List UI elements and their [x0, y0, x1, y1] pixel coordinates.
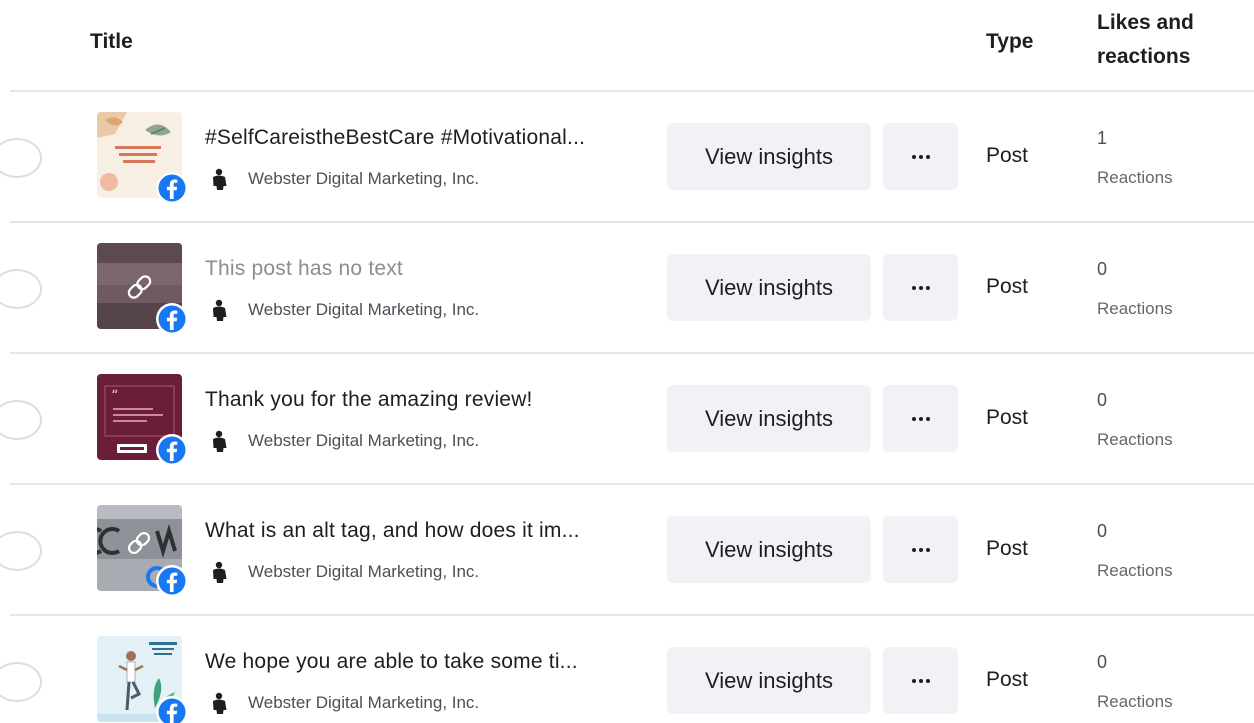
table-row[interactable]: “ Thank you for the amazing review! Webs… [0, 352, 1254, 483]
ellipsis-dot [925, 678, 930, 683]
ellipsis-dot [911, 416, 916, 421]
table-row[interactable]: This post has no text Webster Digital Ma… [0, 221, 1254, 352]
row-select-radio[interactable] [0, 662, 42, 702]
profile-silhouette-icon [213, 168, 227, 190]
view-insights-button[interactable]: View insights [667, 647, 871, 714]
more-options-button[interactable] [883, 385, 958, 452]
profile-silhouette-icon [213, 692, 227, 714]
ellipsis-dot [918, 154, 923, 159]
reaction-count: 0 [1097, 390, 1108, 410]
profile-silhouette-icon [213, 299, 227, 321]
facebook-icon [156, 565, 188, 597]
more-options-button[interactable] [883, 647, 958, 714]
facebook-icon [156, 172, 188, 204]
more-options-button[interactable] [883, 254, 958, 321]
post-author: Webster Digital Marketing, Inc. [210, 166, 479, 192]
author-name: Webster Digital Marketing, Inc. [248, 562, 480, 581]
column-header-title[interactable]: Title [90, 25, 133, 59]
post-title[interactable]: Thank you for the amazing review! [205, 388, 533, 412]
post-title[interactable]: #SelfCareistheBestCare #Motivational... [205, 126, 585, 150]
ellipsis-dot [918, 285, 923, 290]
reaction-count: 1 [1097, 128, 1108, 148]
post-author: Webster Digital Marketing, Inc. [210, 428, 479, 454]
post-author: Webster Digital Marketing, Inc. [210, 297, 479, 323]
row-select-radio[interactable] [0, 269, 42, 309]
ellipsis-dot [918, 547, 923, 552]
view-insights-button[interactable]: View insights [667, 385, 871, 452]
row-select-radio[interactable] [0, 400, 42, 440]
row-select-radio[interactable] [0, 531, 42, 571]
ellipsis-dot [911, 285, 916, 290]
facebook-icon [156, 303, 188, 335]
reaction-count: 0 [1097, 521, 1108, 541]
table-row[interactable]: We hope you are able to take some ti... … [0, 614, 1254, 723]
reaction-count: 0 [1097, 259, 1108, 279]
reaction-label: Reactions [1097, 561, 1173, 580]
post-title[interactable]: What is an alt tag, and how does it im..… [205, 519, 580, 543]
post-title[interactable]: We hope you are able to take some ti... [205, 650, 578, 674]
svg-text:“: “ [111, 388, 118, 404]
more-options-button[interactable] [883, 123, 958, 190]
reaction-label: Reactions [1097, 168, 1173, 187]
reaction-label: Reactions [1097, 692, 1173, 711]
author-name: Webster Digital Marketing, Inc. [248, 169, 480, 188]
ellipsis-dot [918, 416, 923, 421]
facebook-icon [156, 434, 188, 466]
post-type: Post [986, 144, 1029, 167]
ellipsis-dot [911, 678, 916, 683]
more-options-button[interactable] [883, 516, 958, 583]
table-header: Title Type Likes and reactions [0, 0, 1254, 90]
author-name: Webster Digital Marketing, Inc. [248, 693, 480, 712]
view-insights-button[interactable]: View insights [667, 516, 871, 583]
column-header-type[interactable]: Type [986, 25, 1033, 59]
profile-silhouette-icon [213, 430, 227, 452]
author-name: Webster Digital Marketing, Inc. [248, 300, 480, 319]
column-header-likes-line2: reactions [1097, 45, 1191, 68]
ellipsis-dot [918, 678, 923, 683]
post-type: Post [986, 275, 1029, 298]
table-row[interactable]: What is an alt tag, and how does it im..… [0, 483, 1254, 614]
post-type: Post [986, 668, 1029, 691]
reaction-label: Reactions [1097, 299, 1173, 318]
facebook-icon [156, 696, 188, 723]
table-row[interactable]: #SelfCareistheBestCare #Motivational... … [0, 90, 1254, 221]
reaction-label: Reactions [1097, 430, 1173, 449]
post-type: Post [986, 406, 1029, 429]
row-select-radio[interactable] [0, 138, 42, 178]
post-author: Webster Digital Marketing, Inc. [210, 690, 479, 716]
ellipsis-dot [925, 285, 930, 290]
column-header-likes[interactable]: Likes and reactions [1097, 6, 1194, 74]
reaction-count: 0 [1097, 652, 1108, 672]
view-insights-button[interactable]: View insights [667, 254, 871, 321]
ellipsis-dot [925, 154, 930, 159]
view-insights-button[interactable]: View insights [667, 123, 871, 190]
post-title[interactable]: This post has no text [205, 257, 403, 281]
post-type: Post [986, 537, 1029, 560]
author-name: Webster Digital Marketing, Inc. [248, 431, 480, 450]
column-header-likes-line1: Likes and [1097, 11, 1194, 34]
ellipsis-dot [925, 547, 930, 552]
ellipsis-dot [925, 416, 930, 421]
profile-silhouette-icon [213, 561, 227, 583]
ellipsis-dot [911, 154, 916, 159]
post-author: Webster Digital Marketing, Inc. [210, 559, 479, 585]
ellipsis-dot [911, 547, 916, 552]
